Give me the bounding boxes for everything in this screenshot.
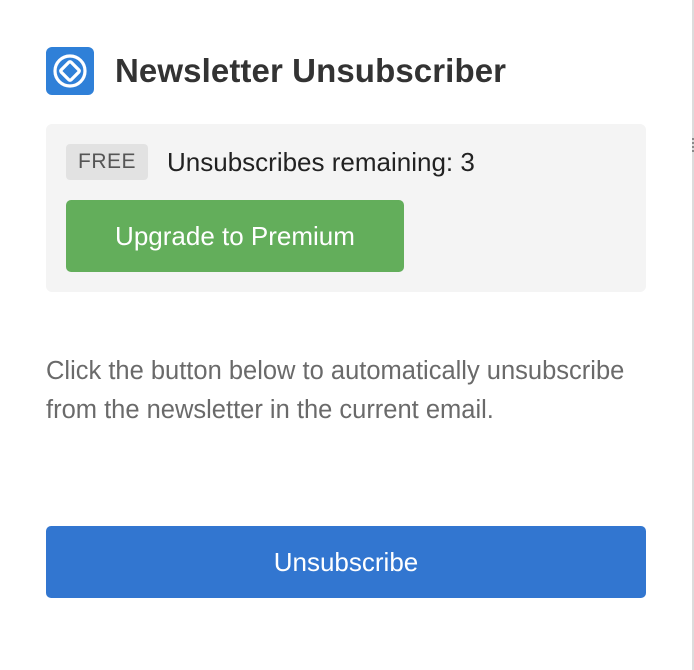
unsubscribe-button[interactable]: Unsubscribe (46, 526, 646, 598)
plan-card: FREE Unsubscribes remaining: 3 Upgrade t… (46, 124, 646, 292)
diamond-icon (53, 54, 87, 88)
app-logo (46, 47, 94, 95)
upgrade-button[interactable]: Upgrade to Premium (66, 200, 404, 272)
app-title: Newsletter Unsubscriber (115, 52, 507, 89)
description-text: Click the button below to automatically … (46, 357, 625, 424)
remaining-count: Unsubscribes remaining: 3 (167, 147, 475, 177)
plan-badge: FREE (66, 144, 149, 180)
header: Newsletter Unsubscriber (46, 47, 506, 95)
